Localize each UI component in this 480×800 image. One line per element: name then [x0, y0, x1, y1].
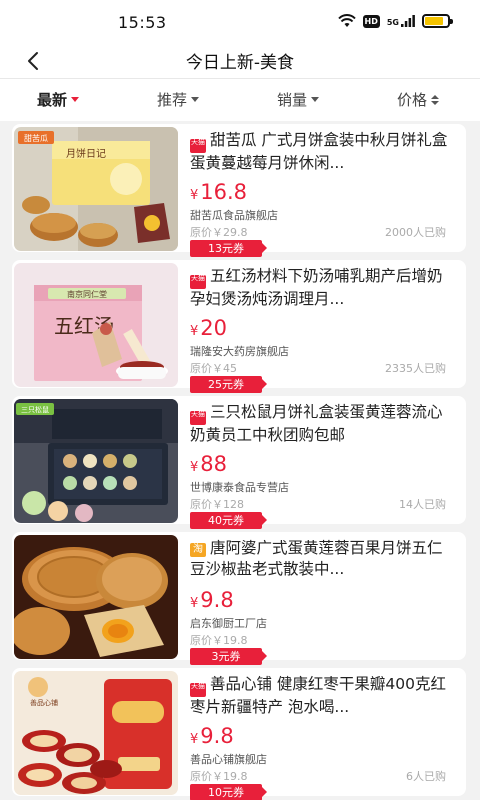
battery-level: [425, 17, 443, 25]
sort-tab-sales[interactable]: 销量: [277, 89, 320, 110]
wifi-icon: [337, 14, 356, 27]
original-price: 原价￥45: [190, 362, 237, 375]
coupon-badge[interactable]: 40元券: [190, 512, 267, 529]
product-title[interactable]: 天猫 甜苦瓜 广式月饼盒装中秋月饼礼盒蛋黄蔓越莓月饼休闲...: [190, 130, 452, 172]
sort-updown-icon: [431, 94, 440, 105]
sort-tab-newest[interactable]: 最新: [37, 89, 80, 110]
product-title[interactable]: 天猫 三只松鼠月饼礼盒装蛋黄莲蓉流心奶黄员工中秋团购包邮: [190, 402, 452, 444]
caret-down-icon: [191, 97, 200, 102]
sold-count: 2000人已购: [385, 226, 446, 239]
image-brand-text: 善品心铺: [30, 698, 58, 707]
product-info: 天猫 甜苦瓜 广式月饼盒装中秋月饼礼盒蛋黄蔓越莓月饼休闲... ¥16.8 甜苦瓜…: [190, 130, 452, 257]
product-image[interactable]: 甜苦瓜 月饼日记: [14, 127, 178, 251]
original-price: 原价￥19.8: [190, 634, 248, 647]
caret-down-icon: [71, 97, 80, 102]
coupon-badge[interactable]: 3元券: [190, 648, 267, 665]
sort-tab-label: 销量: [277, 91, 308, 109]
original-price: 原价￥128: [190, 498, 244, 511]
product-card[interactable]: 三只松鼠 天猫 三只松鼠月饼礼盒装蛋黄莲蓉流心奶黄员工中秋团购包邮 ¥88 世博康…: [12, 396, 466, 529]
hd-icon: HD: [362, 14, 380, 28]
store-name: 启东御厨工厂店: [190, 617, 267, 630]
signal-bars-icon: [401, 15, 415, 27]
product-card[interactable]: 南京同仁堂 五红汤 天猫 五红汤材料下奶汤哺乳期产后增奶孕妇煲汤炖汤调理月... …: [12, 260, 466, 393]
coupon-badge[interactable]: 13元券: [190, 240, 267, 257]
product-info: 天猫 五红汤材料下奶汤哺乳期产后增奶孕妇煲汤炖汤调理月... ¥20 瑞隆安大药房…: [190, 266, 452, 393]
original-price: 原价￥29.8: [190, 226, 248, 239]
currency-symbol: ¥: [190, 732, 199, 747]
image-caption: 月饼日记: [66, 147, 106, 160]
sort-tab-recommended[interactable]: 推荐: [157, 89, 200, 110]
product-title-text: 三只松鼠月饼礼盒装蛋黄莲蓉流心奶黄员工中秋团购包邮: [190, 403, 443, 444]
price-value: 20: [200, 316, 228, 340]
sort-tab-label: 推荐: [157, 91, 188, 109]
product-title-text: 唐阿婆广式蛋黄莲蓉百果月饼五仁豆沙椒盐老式散装中...: [190, 539, 443, 578]
price-value: 9.8: [200, 588, 234, 612]
product-card[interactable]: 淘唐阿婆广式蛋黄莲蓉百果月饼五仁豆沙椒盐老式散装中... ¥9.8 启东御厨工厂…: [12, 532, 466, 665]
sold-count: 6人已购: [406, 770, 446, 783]
store-name: 世博康泰食品专营店: [190, 481, 289, 494]
product-image[interactable]: [14, 535, 178, 659]
network-label: 5G: [386, 18, 399, 27]
product-price: ¥9.8: [190, 588, 234, 612]
sold-count: 14人已购: [399, 498, 446, 511]
image-brand-text: 甜苦瓜: [24, 133, 48, 143]
image-brand-text: 三只松鼠: [21, 405, 49, 414]
product-title[interactable]: 淘唐阿婆广式蛋黄莲蓉百果月饼五仁豆沙椒盐老式散装中...: [190, 538, 452, 580]
product-price: ¥20: [190, 316, 227, 340]
coupon-badge[interactable]: 10元券: [190, 784, 267, 800]
currency-symbol: ¥: [190, 596, 199, 611]
product-title-text: 善品心铺 健康红枣干果瓣400克红枣片新疆特产 泡水喝...: [190, 675, 447, 716]
store-name: 瑞隆安大药房旗舰店: [190, 345, 289, 358]
price-value: 9.8: [200, 724, 234, 748]
product-image[interactable]: 善品心铺: [14, 671, 178, 795]
product-price: ¥9.8: [190, 724, 234, 748]
coupon-badge[interactable]: 25元券: [190, 376, 267, 393]
product-info: 淘唐阿婆广式蛋黄莲蓉百果月饼五仁豆沙椒盐老式散装中... ¥9.8 启东御厨工厂…: [190, 538, 452, 665]
currency-symbol: ¥: [190, 324, 199, 339]
nav-bar: 今日上新-美食: [0, 46, 480, 78]
store-name: 善品心铺旗舰店: [190, 753, 267, 766]
sold-count: 2335人已购: [385, 362, 446, 375]
status-icons: HD 5G: [337, 14, 453, 28]
tmall-badge-icon: 天猫: [190, 139, 206, 153]
sort-bar: 最新 推荐 销量 价格: [0, 79, 480, 121]
product-card[interactable]: 甜苦瓜 月饼日记 天猫 甜苦瓜 广式月饼盒装中秋月饼礼盒蛋黄蔓越莓月饼休闲... …: [12, 124, 466, 257]
image-brand-text: 南京同仁堂: [67, 289, 107, 299]
tmall-badge-icon: 天猫: [190, 411, 206, 425]
product-image[interactable]: 三只松鼠: [14, 399, 178, 523]
product-price: ¥88: [190, 452, 227, 476]
sort-tab-price[interactable]: 价格: [397, 89, 440, 110]
product-title-text: 五红汤材料下奶汤哺乳期产后增奶孕妇煲汤炖汤调理月...: [190, 267, 443, 308]
product-price: ¥16.8: [190, 180, 247, 204]
product-card[interactable]: 善品心铺 天猫 善品心铺 健康红枣干果瓣400克红枣片新疆特产 泡水喝... ¥9…: [12, 668, 466, 800]
product-title-text: 甜苦瓜 广式月饼盒装中秋月饼礼盒蛋黄蔓越莓月饼休闲...: [190, 131, 448, 172]
product-image[interactable]: 南京同仁堂 五红汤: [14, 263, 178, 387]
sort-tab-label: 价格: [397, 91, 428, 109]
page-title: 今日上新-美食: [185, 53, 295, 73]
product-title[interactable]: 天猫 五红汤材料下奶汤哺乳期产后增奶孕妇煲汤炖汤调理月...: [190, 266, 452, 308]
status-bar: 15:53 HD 5G: [0, 0, 480, 46]
store-name: 甜苦瓜食品旗舰店: [190, 209, 278, 222]
signal-5g-icon: 5G: [387, 15, 415, 27]
currency-symbol: ¥: [190, 460, 199, 475]
price-value: 88: [200, 452, 228, 476]
product-info: 天猫 善品心铺 健康红枣干果瓣400克红枣片新疆特产 泡水喝... ¥9.8 善品…: [190, 674, 452, 800]
currency-symbol: ¥: [190, 188, 199, 203]
status-time: 15:53: [118, 13, 167, 32]
price-value: 16.8: [200, 180, 248, 204]
product-title[interactable]: 天猫 善品心铺 健康红枣干果瓣400克红枣片新疆特产 泡水喝...: [190, 674, 452, 716]
original-price: 原价￥19.8: [190, 770, 248, 783]
tmall-badge-icon: 天猫: [190, 683, 206, 697]
sort-tab-label: 最新: [37, 91, 68, 109]
caret-down-icon: [311, 97, 320, 102]
product-info: 天猫 三只松鼠月饼礼盒装蛋黄莲蓉流心奶黄员工中秋团购包邮 ¥88 世博康泰食品专营…: [190, 402, 452, 529]
tmall-badge-icon: 天猫: [190, 275, 206, 289]
battery-icon: [422, 14, 453, 28]
taobao-badge-icon: 淘: [190, 543, 206, 557]
